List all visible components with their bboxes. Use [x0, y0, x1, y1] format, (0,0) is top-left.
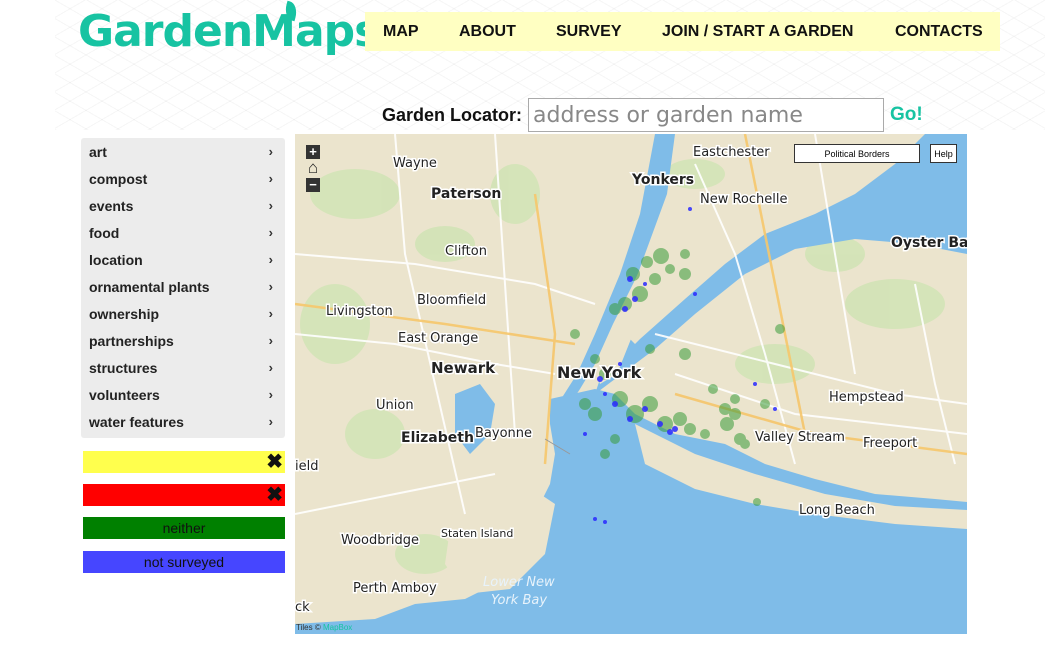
filter-item-events[interactable]: events ›: [81, 192, 285, 219]
filter-item-label: ornamental plants: [89, 278, 210, 295]
locator-label: Garden Locator:: [382, 104, 523, 125]
place-elizabeth: Elizabeth: [401, 430, 474, 446]
main-nav: MAP ABOUT SURVEY JOIN / START A GARDEN C…: [365, 12, 1000, 51]
filter-item-partnerships[interactable]: partnerships ›: [81, 327, 285, 354]
chevron-right-icon: ›: [268, 360, 273, 375]
filter-sidebar: art › compost › events › food › location › or…: [81, 138, 285, 438]
legend-not-surveyed[interactable]: not surveyed: [83, 551, 285, 573]
place-union: Union: [376, 398, 414, 413]
place-lower-ny-bay-2: York Bay: [491, 593, 547, 608]
place-perth-amboy: Perth Amboy: [353, 581, 437, 596]
nav-map[interactable]: MAP: [383, 23, 419, 41]
zoom-out-button[interactable]: −: [306, 178, 320, 192]
garden-locator: Garden Locator: Go!: [382, 97, 923, 133]
filter-item-water-features[interactable]: water features ›: [81, 408, 285, 435]
place-long-beach: Long Beach: [799, 503, 875, 518]
place-valley-stream: Valley Stream: [755, 430, 845, 445]
filter-item-art[interactable]: art ›: [81, 138, 285, 165]
map-tiles: Wayne Paterson Clifton Livingston Bloomf…: [295, 134, 967, 634]
place-woodbridge: Woodbridge: [341, 533, 419, 548]
place-eastchester: Eastchester: [693, 145, 770, 160]
attribution-link[interactable]: MapBox: [323, 623, 352, 632]
attribution-prefix: Tiles ©: [296, 623, 321, 632]
filter-item-label: art: [89, 143, 107, 160]
chevron-right-icon: ›: [268, 279, 273, 294]
filter-item-label: location: [89, 251, 143, 268]
chevron-right-icon: ›: [268, 387, 273, 402]
filter-item-label: ownership: [89, 305, 160, 322]
nav-survey[interactable]: SURVEY: [556, 23, 622, 41]
chevron-right-icon: ›: [268, 225, 273, 240]
garden-map[interactable]: Wayne Paterson Clifton Livingston Bloomf…: [295, 134, 967, 634]
place-new-york: New York: [557, 363, 642, 382]
filter-item-ornamental-plants[interactable]: ornamental plants ›: [81, 273, 285, 300]
place-newark: Newark: [431, 359, 496, 377]
filter-item-structures[interactable]: structures ›: [81, 354, 285, 381]
place-lower-ny-bay: Lower New: [483, 575, 555, 590]
place-staten-island: Staten Island: [441, 527, 513, 540]
legend-red[interactable]: ✖: [83, 484, 285, 506]
locator-input[interactable]: [528, 98, 885, 132]
place-bayonne: Bayonne: [475, 426, 532, 441]
filter-item-label: structures: [89, 359, 158, 376]
chevron-right-icon: ›: [268, 306, 273, 321]
chevron-right-icon: ›: [268, 414, 273, 429]
filter-item-label: water features: [89, 413, 184, 430]
place-edge-field: ield: [295, 459, 318, 474]
filter-item-location[interactable]: location ›: [81, 246, 285, 273]
chevron-right-icon: ›: [268, 252, 273, 267]
place-yonkers: Yonkers: [631, 172, 694, 188]
nav-join-start-garden[interactable]: JOIN / START A GARDEN: [662, 23, 853, 41]
filter-item-label: compost: [89, 170, 148, 187]
nav-contacts[interactable]: CONTACTS: [895, 23, 983, 41]
place-clifton: Clifton: [445, 244, 487, 259]
close-icon[interactable]: ✖: [266, 452, 283, 472]
filter-item-label: volunteers: [89, 386, 160, 403]
place-bloomfield: Bloomfield: [417, 293, 486, 308]
legend-neither[interactable]: neither: [83, 517, 285, 539]
legend-yellow[interactable]: ✖: [83, 451, 285, 473]
political-borders-button[interactable]: Political Borders: [794, 144, 920, 163]
filter-item-compost[interactable]: compost ›: [81, 165, 285, 192]
legend-label: neither: [162, 520, 206, 536]
filter-item-label: food: [89, 224, 120, 241]
nav-about[interactable]: ABOUT: [459, 23, 516, 41]
chevron-right-icon: ›: [268, 333, 273, 348]
help-button[interactable]: Help: [930, 144, 957, 163]
chevron-right-icon: ›: [268, 171, 273, 186]
filter-item-volunteers[interactable]: volunteers ›: [81, 381, 285, 408]
legend-label: not surveyed: [143, 554, 225, 570]
filter-item-label: events: [89, 197, 134, 214]
zoom-in-button[interactable]: +: [306, 145, 320, 159]
place-wayne: Wayne: [393, 156, 437, 171]
filter-item-food[interactable]: food ›: [81, 219, 285, 246]
logo-text: GardenMaps: [78, 6, 380, 57]
place-hempstead: Hempstead: [829, 390, 904, 405]
place-oyster-bay: Oyster Bay: [891, 235, 967, 251]
chevron-right-icon: ›: [268, 198, 273, 213]
filter-item-ownership[interactable]: ownership ›: [81, 300, 285, 327]
chevron-right-icon: ›: [268, 144, 273, 159]
map-attribution: Tiles © MapBox: [296, 623, 352, 632]
place-freeport: Freeport: [863, 436, 917, 451]
filter-item-label: partnerships: [89, 332, 174, 349]
place-east-orange: East Orange: [398, 331, 478, 346]
place-new-rochelle: New Rochelle: [700, 192, 788, 207]
close-icon[interactable]: ✖: [266, 485, 283, 505]
home-icon[interactable]: ⌂: [306, 159, 320, 176]
place-edge-ck: ck: [295, 600, 310, 615]
go-button[interactable]: Go!: [890, 104, 923, 126]
place-paterson: Paterson: [431, 186, 501, 202]
place-livingston: Livingston: [326, 304, 393, 319]
logo[interactable]: GardenMaps: [78, 0, 380, 57]
